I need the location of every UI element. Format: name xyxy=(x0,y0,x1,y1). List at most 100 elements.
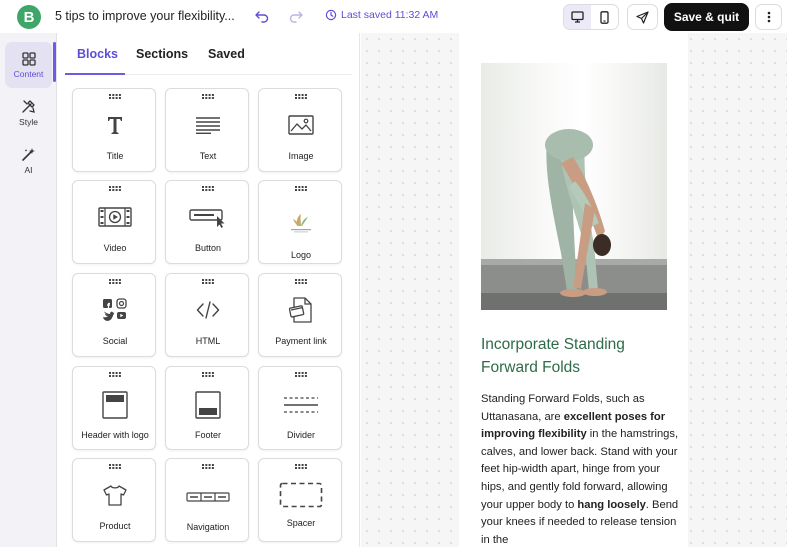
rail-item-label: Style xyxy=(19,117,38,127)
save-and-quit-button[interactable]: Save & quit xyxy=(664,3,749,31)
mobile-view-button[interactable] xyxy=(591,5,618,29)
block-label: Video xyxy=(103,243,127,253)
block-tile-payment-link[interactable]: Payment link xyxy=(258,273,342,357)
desktop-view-button[interactable] xyxy=(564,5,591,29)
rail-item-style[interactable]: Style xyxy=(5,90,52,136)
drag-handle-icon[interactable] xyxy=(295,279,307,284)
more-vertical-icon xyxy=(767,11,770,23)
top-bar: B 5 tips to improve your flexibility... … xyxy=(0,0,787,33)
drag-handle-icon[interactable] xyxy=(295,186,307,191)
drag-handle-icon[interactable] xyxy=(295,464,307,469)
app-logo[interactable]: B xyxy=(17,5,41,29)
drag-handle-icon[interactable] xyxy=(295,94,307,99)
drag-handle-icon[interactable] xyxy=(109,279,121,284)
image-icon xyxy=(288,115,314,135)
last-saved-status: Last saved 11:32 AM xyxy=(325,9,438,21)
grid-icon xyxy=(21,51,36,66)
block-label: Button xyxy=(194,243,222,253)
block-label: Social xyxy=(102,336,128,346)
block-label: HTML xyxy=(195,336,221,346)
text-icon xyxy=(196,117,220,134)
drag-handle-icon[interactable] xyxy=(202,186,214,191)
yoga-photo[interactable] xyxy=(481,63,667,310)
drag-handle-icon[interactable] xyxy=(109,372,121,377)
block-label: Navigation xyxy=(186,522,230,532)
rail-item-label: AI xyxy=(24,165,33,175)
spacer-icon xyxy=(279,482,323,508)
drag-handle-icon[interactable] xyxy=(202,94,214,99)
block-tile-button[interactable]: Button xyxy=(165,180,249,264)
history-icon xyxy=(325,9,337,21)
block-tile-text[interactable]: Text xyxy=(165,88,249,172)
footer-icon xyxy=(195,391,221,419)
block-label: Text xyxy=(199,151,217,161)
social-icon xyxy=(103,298,127,321)
drag-handle-icon[interactable] xyxy=(202,279,214,284)
redo-icon[interactable] xyxy=(288,8,304,24)
block-tile-header-with-logo[interactable]: Header with logo xyxy=(72,366,156,450)
drag-handle-icon[interactable] xyxy=(109,464,121,469)
section-body-text[interactable]: Standing Forward Folds, such as Uttanasa… xyxy=(481,391,681,547)
payment-link-icon xyxy=(289,297,312,323)
product-icon xyxy=(103,485,127,506)
block-label: Image xyxy=(288,151,314,161)
body-bold-segment: hang loosely xyxy=(577,498,646,511)
left-rail: Content Style AI xyxy=(0,33,57,547)
drag-handle-icon[interactable] xyxy=(109,186,121,191)
block-tile-title[interactable]: Title xyxy=(72,88,156,172)
block-label: Payment link xyxy=(275,336,327,346)
tab-blocks[interactable]: Blocks xyxy=(77,47,118,61)
more-options-button[interactable] xyxy=(755,4,782,30)
navigation-icon xyxy=(186,492,230,502)
rail-item-ai[interactable]: AI xyxy=(5,138,52,184)
drag-handle-icon[interactable] xyxy=(202,464,214,469)
block-tile-product[interactable]: Product xyxy=(72,458,156,542)
document-title[interactable]: 5 tips to improve your flexibility... xyxy=(55,9,235,23)
block-tile-html[interactable]: HTML xyxy=(165,273,249,357)
rail-item-content[interactable]: Content xyxy=(5,42,52,88)
device-toggle xyxy=(563,4,619,30)
section-heading[interactable]: Incorporate Standing Forward Folds xyxy=(481,333,681,379)
video-icon xyxy=(98,207,132,227)
block-tile-divider[interactable]: Divider xyxy=(258,366,342,450)
forward-fold-photo xyxy=(481,129,667,310)
block-tile-social[interactable]: Social xyxy=(72,273,156,357)
block-tile-spacer[interactable]: Spacer xyxy=(258,458,342,542)
block-label: Header with logo xyxy=(81,430,149,440)
drag-handle-icon[interactable] xyxy=(202,372,214,377)
block-label: Product xyxy=(99,521,131,531)
block-tile-image[interactable]: Image xyxy=(258,88,342,172)
desktop-icon xyxy=(571,11,584,23)
editor-canvas: Incorporate Standing Forward Folds Stand… xyxy=(361,33,787,547)
block-label: Logo xyxy=(290,250,312,260)
blocks-panel: Blocks Sections Saved Title Text Image V… xyxy=(57,33,360,547)
last-saved-text: Last saved 11:32 AM xyxy=(341,9,439,21)
rail-active-indicator xyxy=(53,42,56,82)
tab-saved[interactable]: Saved xyxy=(208,47,245,61)
logo-icon xyxy=(291,214,311,233)
button-icon xyxy=(189,209,225,228)
undo-icon[interactable] xyxy=(254,8,270,24)
tab-sections[interactable]: Sections xyxy=(136,47,188,61)
title-icon xyxy=(108,117,122,134)
header-icon xyxy=(102,391,128,419)
block-tile-logo[interactable]: Logo xyxy=(258,180,342,264)
code-icon xyxy=(196,301,220,319)
block-label: Divider xyxy=(286,430,315,440)
rail-item-label: Content xyxy=(13,68,44,79)
drag-handle-icon[interactable] xyxy=(295,372,307,377)
block-label: Footer xyxy=(194,430,221,440)
block-tile-video[interactable]: Video xyxy=(72,180,156,264)
email-preview: Incorporate Standing Forward Folds Stand… xyxy=(459,33,688,547)
magic-wand-icon xyxy=(22,148,35,161)
block-tile-footer[interactable]: Footer xyxy=(165,366,249,450)
mobile-icon xyxy=(600,10,609,24)
block-tile-navigation[interactable]: Navigation xyxy=(165,458,249,542)
drag-handle-icon[interactable] xyxy=(109,94,121,99)
send-button[interactable] xyxy=(627,4,658,30)
send-icon xyxy=(636,10,649,24)
tab-active-underline xyxy=(65,73,125,75)
style-icon xyxy=(22,100,35,113)
block-label: Title xyxy=(106,151,124,161)
panel-tabs: Blocks Sections Saved xyxy=(65,33,352,75)
